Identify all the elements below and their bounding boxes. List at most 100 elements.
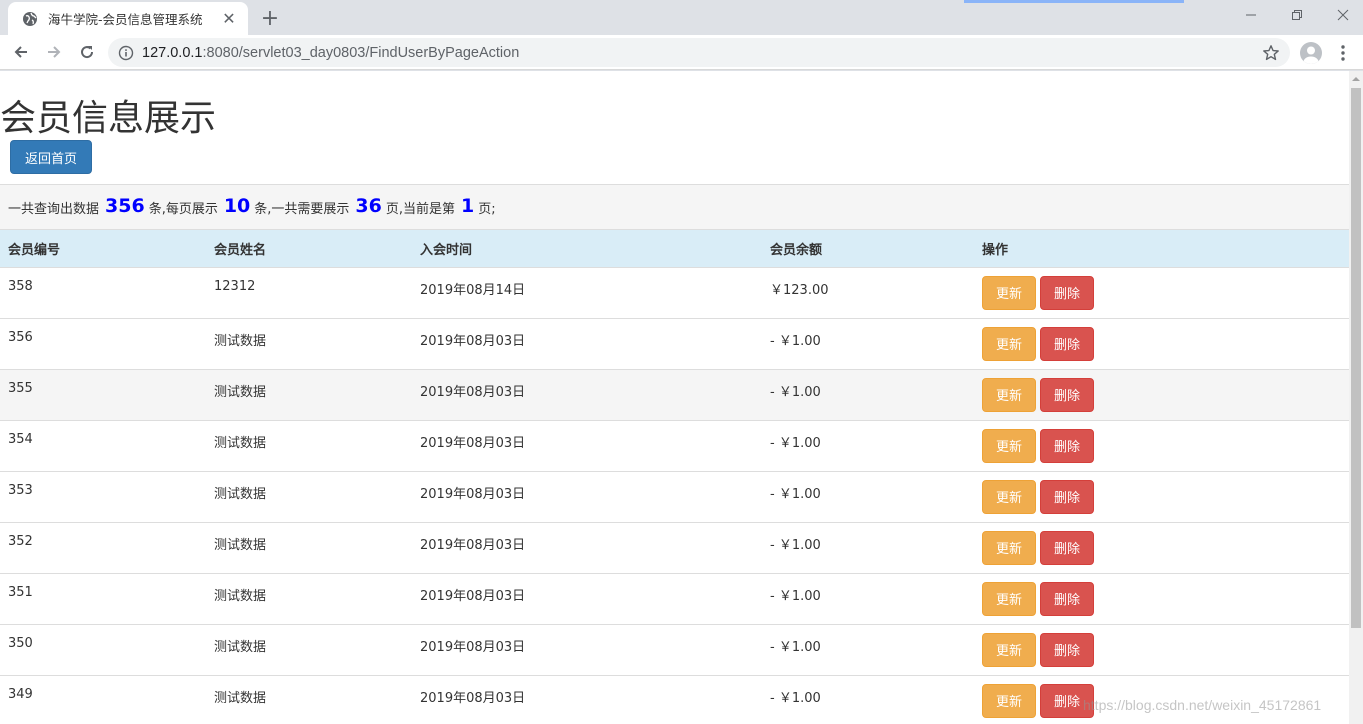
delete-button[interactable]: 删除 <box>1040 479 1094 514</box>
cell-actions: 更新 删除 <box>974 471 1349 522</box>
page-title: 会员信息展示 <box>0 98 217 139</box>
table-row: 354 测试数据 2019年08月03日 - ￥1.00 更新 删除 <box>0 420 1349 471</box>
scrollbar-thumb[interactable] <box>1351 88 1361 628</box>
cell-member-name: 12312 <box>214 278 256 294</box>
header-join-date: 入会时间 <box>420 242 473 258</box>
tab-close-icon[interactable]: ✕ <box>220 9 238 28</box>
table-row: 352 测试数据 2019年08月03日 - ￥1.00 更新 删除 <box>0 522 1349 573</box>
cell-join-date: 2019年08月03日 <box>420 537 526 553</box>
table-header-row: 会员编号 会员姓名 入会时间 会员余额 操作 <box>0 230 1349 267</box>
cell-member-id: 353 <box>8 482 33 498</box>
cell-member-name: 测试数据 <box>214 435 267 451</box>
window-accent-strip <box>964 0 1184 3</box>
summary-prefix: 一共查询出数据 <box>8 201 100 217</box>
total-records-count: 356 <box>105 195 145 217</box>
cell-member-id: 351 <box>8 584 33 600</box>
minimize-icon[interactable] <box>1237 4 1265 26</box>
cell-join-date: 2019年08月03日 <box>420 639 526 655</box>
browser-tab[interactable]: 海牛学院-会员信息管理系统 ✕ <box>8 2 248 35</box>
cell-join-date: 2019年08月03日 <box>420 384 526 400</box>
summary-mid-2: 条,一共需要展示 <box>254 201 350 217</box>
vertical-scrollbar[interactable] <box>1349 71 1363 724</box>
back-arrow-icon[interactable] <box>8 39 34 65</box>
cell-member-id: 355 <box>8 380 33 396</box>
cell-actions: 更新 删除 <box>974 369 1349 420</box>
table-row: 351 测试数据 2019年08月03日 - ￥1.00 更新 删除 <box>0 573 1349 624</box>
table-row: 356 测试数据 2019年08月03日 - ￥1.00 更新 删除 <box>0 318 1349 369</box>
cell-actions: 更新 删除 <box>974 522 1349 573</box>
cell-member-id: 356 <box>8 329 33 345</box>
update-button[interactable]: 更新 <box>982 632 1036 667</box>
cell-member-name: 测试数据 <box>214 588 267 604</box>
back-home-button[interactable]: 返回首页 <box>10 140 92 174</box>
cell-balance: - ￥1.00 <box>770 639 821 655</box>
update-button[interactable]: 更新 <box>982 479 1036 514</box>
pagination-summary: 一共查询出数据 356 条,每页展示 10 条,一共需要展示 36 页,当前是第… <box>0 184 1349 230</box>
current-page-number: 1 <box>461 195 475 217</box>
cell-actions: 更新 删除 <box>974 267 1349 318</box>
cell-member-id: 350 <box>8 635 33 651</box>
cell-balance: - ￥1.00 <box>770 435 821 451</box>
cell-member-name: 测试数据 <box>214 537 267 553</box>
member-table: 会员编号 会员姓名 入会时间 会员余额 操作 358 12312 2019年08… <box>0 230 1349 724</box>
tab-title: 海牛学院-会员信息管理系统 <box>48 12 203 27</box>
cell-join-date: 2019年08月03日 <box>420 486 526 502</box>
scroll-up-arrow-icon[interactable] <box>1349 71 1363 87</box>
cell-balance: - ￥1.00 <box>770 384 821 400</box>
page-content: 会员信息展示 返回首页 一共查询出数据 356 条,每页展示 10 条,一共需要… <box>0 71 1349 724</box>
delete-button[interactable]: 删除 <box>1040 581 1094 616</box>
delete-button[interactable]: 删除 <box>1040 275 1094 310</box>
page-size-count: 10 <box>223 195 251 217</box>
summary-mid-3: 页,当前是第 <box>385 201 456 217</box>
globe-icon <box>22 11 38 27</box>
update-button[interactable]: 更新 <box>982 377 1036 412</box>
cell-member-id: 358 <box>8 278 33 294</box>
url-text: 127.0.0.1:8080/servlet03_day0803/FindUse… <box>142 44 520 61</box>
reload-icon[interactable] <box>74 39 100 65</box>
new-tab-icon[interactable]: + <box>258 6 282 31</box>
cell-balance: - ￥1.00 <box>770 537 821 553</box>
total-pages-count: 36 <box>355 195 382 217</box>
cell-member-name: 测试数据 <box>214 639 267 655</box>
cell-balance: - ￥1.00 <box>770 486 821 502</box>
restore-icon[interactable] <box>1283 4 1311 26</box>
summary-suffix: 页; <box>478 201 496 217</box>
cell-actions: 更新 删除 <box>974 624 1349 675</box>
browser-toolbar: 127.0.0.1:8080/servlet03_day0803/FindUse… <box>0 35 1363 70</box>
cell-member-name: 测试数据 <box>214 486 267 502</box>
delete-button[interactable]: 删除 <box>1040 632 1094 667</box>
update-button[interactable]: 更新 <box>982 275 1036 310</box>
update-button[interactable]: 更新 <box>982 326 1036 361</box>
update-button[interactable]: 更新 <box>982 428 1036 463</box>
summary-mid-1: 条,每页展示 <box>148 201 218 217</box>
cell-join-date: 2019年08月03日 <box>420 435 526 451</box>
watermark: https://blog.csdn.net/weixin_45172861 <box>1083 697 1322 713</box>
delete-button[interactable]: 删除 <box>1040 428 1094 463</box>
cell-balance: - ￥1.00 <box>770 588 821 604</box>
browser-chrome: 海牛学院-会员信息管理系统 ✕ + 127.0.0.1:8080/servlet… <box>0 0 1363 71</box>
profile-avatar-icon[interactable] <box>1300 42 1322 64</box>
table-row: 353 测试数据 2019年08月03日 - ￥1.00 更新 删除 <box>0 471 1349 522</box>
address-bar[interactable]: 127.0.0.1:8080/servlet03_day0803/FindUse… <box>108 38 1290 67</box>
cell-member-id: 354 <box>8 431 33 447</box>
header-member-id: 会员编号 <box>8 242 61 258</box>
bookmark-star-icon[interactable] <box>1262 44 1280 62</box>
delete-button[interactable]: 删除 <box>1040 377 1094 412</box>
cell-balance: - ￥1.00 <box>770 690 821 706</box>
delete-button[interactable]: 删除 <box>1040 530 1094 565</box>
cell-actions: 更新 删除 <box>974 573 1349 624</box>
kebab-menu-icon[interactable] <box>1333 41 1353 65</box>
delete-button[interactable]: 删除 <box>1040 326 1094 361</box>
forward-arrow-icon[interactable] <box>41 39 67 65</box>
cell-actions: 更新 删除 <box>974 420 1349 471</box>
cell-member-name: 测试数据 <box>214 384 267 400</box>
update-button[interactable]: 更新 <box>982 530 1036 565</box>
cell-member-name: 测试数据 <box>214 333 267 349</box>
header-balance: 会员余额 <box>770 242 823 258</box>
update-button[interactable]: 更新 <box>982 581 1036 616</box>
info-icon[interactable] <box>118 45 134 61</box>
update-button[interactable]: 更新 <box>982 683 1036 718</box>
close-window-icon[interactable] <box>1329 4 1357 26</box>
cell-join-date: 2019年08月14日 <box>420 282 526 298</box>
cell-balance: ￥123.00 <box>770 282 829 298</box>
